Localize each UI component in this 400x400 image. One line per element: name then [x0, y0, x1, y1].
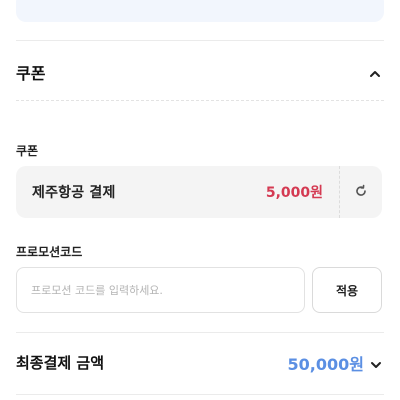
divider: [16, 40, 384, 41]
coupon-amount: 5,000원: [265, 185, 323, 201]
promo-code-input[interactable]: [16, 267, 305, 313]
info-box: [16, 0, 384, 22]
promo-code-label: 프로모션코드: [16, 245, 83, 259]
coupon-label: 쿠폰: [16, 144, 39, 158]
apply-button[interactable]: 적용: [312, 267, 382, 313]
coupon-reset-button[interactable]: [339, 166, 382, 218]
divider: [16, 332, 384, 333]
dashed-divider: [16, 100, 384, 101]
refresh-icon: [354, 183, 368, 202]
total-label: 최종결제 금액: [16, 354, 105, 372]
chevron-down-icon[interactable]: [369, 357, 383, 371]
coupon-name: 제주항공 결제: [32, 185, 116, 201]
payment-panel: 쿠폰 쿠폰 제주항공 결제 5,000원 프로모션코드 적용 최종결제 금액 5…: [0, 0, 400, 400]
coupon-selector[interactable]: 제주항공 결제 5,000원: [16, 166, 339, 218]
divider: [16, 394, 384, 395]
coupon-section-title: 쿠폰: [16, 64, 46, 83]
total-amount: 50,000원: [287, 355, 364, 374]
chevron-up-icon[interactable]: [368, 66, 382, 80]
